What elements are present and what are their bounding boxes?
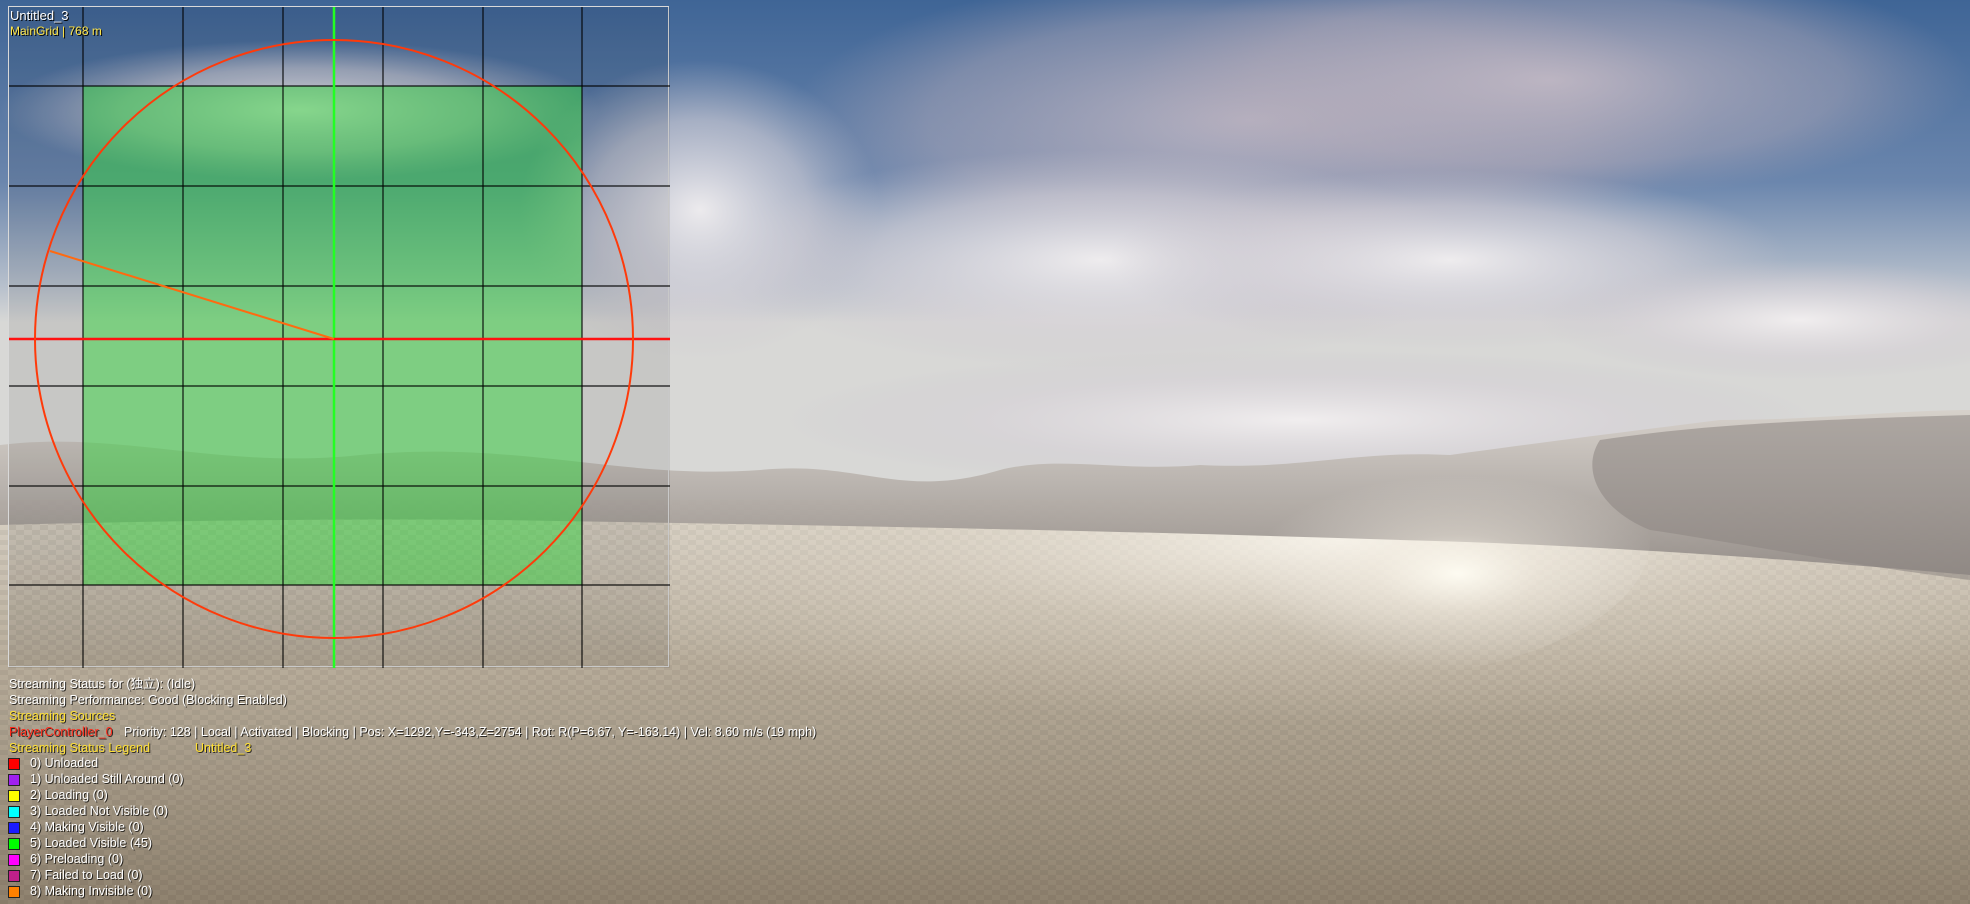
streaming-sources-header: Streaming Sources <box>9 709 116 723</box>
legend-swatch <box>8 806 20 818</box>
minimap-grid <box>9 7 670 668</box>
legend-label: 8) Making Invisible (0) <box>30 884 153 898</box>
minimap-level-name: Untitled_3 <box>10 8 69 23</box>
legend-swatch <box>8 838 20 850</box>
legend-label: 4) Making Visible (0) <box>30 820 144 834</box>
loaded-cells-region <box>83 86 582 585</box>
legend-level-name: Untitled_3 <box>195 741 252 755</box>
legend-swatch <box>8 790 20 802</box>
world-partition-minimap[interactable]: Untitled_3 MainGrid | 768 m <box>8 6 670 668</box>
legend-label: 5) Loaded Visible (45) <box>30 836 153 850</box>
streaming-status-line: Streaming Status for (独立): (Idle) <box>9 677 196 691</box>
legend-swatch <box>8 758 20 770</box>
streaming-performance-line: Streaming Performance: Good (Blocking En… <box>9 693 287 707</box>
legend-label: 3) Loaded Not Visible (0) <box>30 804 169 818</box>
legend-label: 2) Loading (0) <box>30 788 108 802</box>
legend-swatch <box>8 854 20 866</box>
legend-swatch <box>8 774 20 786</box>
legend-label: 6) Preloading (0) <box>30 852 124 866</box>
legend-label: 1) Unloaded Still Around (0) <box>30 772 184 786</box>
legend-swatch <box>8 870 20 882</box>
minimap-grid-label: MainGrid | 768 m <box>10 24 102 38</box>
legend-label: 7) Failed to Load (0) <box>30 868 143 882</box>
legend-swatch <box>8 822 20 834</box>
streaming-source-name: PlayerController_0 <box>9 725 113 739</box>
legend-label: 0) Unloaded <box>30 756 99 770</box>
streaming-source-details: Priority: 128 | Local | Activated | Bloc… <box>124 725 817 739</box>
legend-swatch <box>8 886 20 898</box>
legend-header: Streaming Status Legend <box>9 741 151 755</box>
